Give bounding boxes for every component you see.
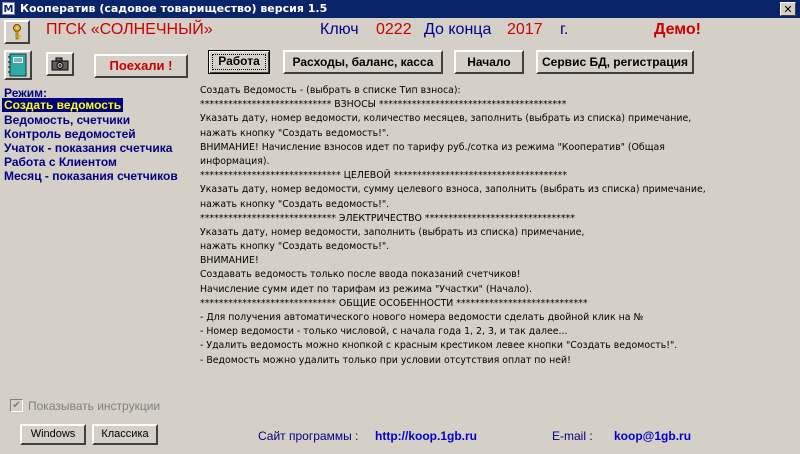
site-label: Сайт программы : (258, 429, 359, 443)
tab-rabota[interactable]: Работа (208, 50, 270, 74)
email-label: E-mail : (552, 429, 593, 443)
notebook-button[interactable] (4, 50, 32, 80)
go-button[interactable]: Поехали ! (94, 54, 188, 78)
header: ПГСК «СОЛНЕЧНЫЙ» Ключ 0222 До конца 2017… (0, 18, 800, 42)
camera-icon (51, 57, 69, 71)
instruction-line: - Удалить ведомость можно кнопкой с крас… (200, 340, 678, 352)
instruction-line: ***************************** ОБЩИЕ ОСОБ… (200, 297, 588, 309)
instruction-line: Указать дату, номер ведомости, сумму цел… (200, 184, 706, 196)
until-label: До конца (424, 21, 492, 38)
notebook-icon (8, 53, 27, 77)
year-value: 2017 (507, 21, 543, 38)
instruction-line: Указать дату, номер ведомости, заполнить… (200, 226, 585, 238)
close-button[interactable]: ✕ (780, 2, 796, 16)
instruction-line: ВНИМАНИЕ! Начисление взносов идет по тар… (200, 141, 665, 153)
app-icon: M (2, 2, 15, 15)
org-name: ПГСК «СОЛНЕЧНЫЙ» (46, 21, 213, 38)
mode-item-month-meters[interactable]: Месяц - показания счетчиков (4, 169, 178, 183)
show-instructions-checkbox[interactable]: ✔ (10, 399, 23, 412)
instruction-line: - Для получения автоматического нового н… (200, 312, 644, 323)
help-button[interactable] (4, 20, 30, 44)
instructions-text: Создать Ведомость - (выбрать в списке Ти… (200, 84, 800, 368)
instruction-line: - Ведомость можно удалить только при усл… (200, 354, 571, 366)
site-link[interactable]: http://koop.1gb.ru (375, 429, 477, 443)
email-link[interactable]: koop@1gb.ru (614, 429, 691, 443)
mode-item-sheet-meters[interactable]: Ведомость, счетчики (4, 113, 130, 127)
mode-item-create-sheet[interactable]: Создать ведомость (2, 98, 124, 112)
tab-service-db-registration[interactable]: Сервис БД, регистрация (536, 50, 694, 74)
windows-style-button[interactable]: Windows (20, 424, 86, 445)
mode-item-plot-meter[interactable]: Учаток - показания счетчика (4, 141, 172, 155)
key-value: 0222 (376, 21, 412, 38)
instruction-line: нажать кнопку "Создать ведомость!". (200, 198, 390, 210)
instruction-line: информация). (200, 155, 270, 167)
instruction-line: ***************************** ЭЛЕКТРИЧЕС… (200, 212, 575, 224)
instruction-line: нажать кнопку "Создать ведомость!". (200, 127, 390, 139)
year-suffix: г. (560, 21, 569, 38)
camera-button[interactable] (46, 52, 74, 76)
instruction-line: нажать кнопку "Создать ведомость!". (200, 241, 390, 253)
instruction-line: Начисление сумм идет по тарифам из режим… (200, 283, 533, 295)
instruction-line: - Номер ведомости - только числовой, с н… (200, 326, 568, 338)
show-instructions-label: Показывать инструкции (28, 399, 161, 413)
title-bar: M Кооператив (садовое товарищество) верс… (0, 0, 800, 18)
mode-item-client-work[interactable]: Работа с Клиентом (4, 155, 117, 169)
instruction-line: Создать Ведомость - (выбрать в списке Ти… (200, 85, 461, 96)
window-title: Кооператив (садовое товарищество) версия… (20, 2, 328, 15)
classic-style-button[interactable]: Классика (92, 424, 158, 445)
key-question-icon (13, 24, 21, 40)
instruction-line: Указать дату, номер ведомости, количеств… (200, 113, 692, 125)
mode-item-sheet-control[interactable]: Контроль ведомостей (4, 127, 136, 141)
instruction-line: **************************** ВЗНОСЫ ****… (200, 99, 567, 111)
tab-nachalo[interactable]: Начало (454, 50, 524, 74)
demo-label: Демо! (654, 21, 702, 38)
instruction-line: ВНИМАНИЕ! (200, 255, 259, 267)
instruction-line: ****************************** ЦЕЛЕВОЙ *… (200, 170, 568, 182)
instruction-line: Создавать ведомость только после ввода п… (200, 269, 521, 281)
key-label: Ключ (320, 21, 359, 38)
tab-expenses-balance-cash[interactable]: Расходы, баланс, касса (283, 50, 443, 74)
